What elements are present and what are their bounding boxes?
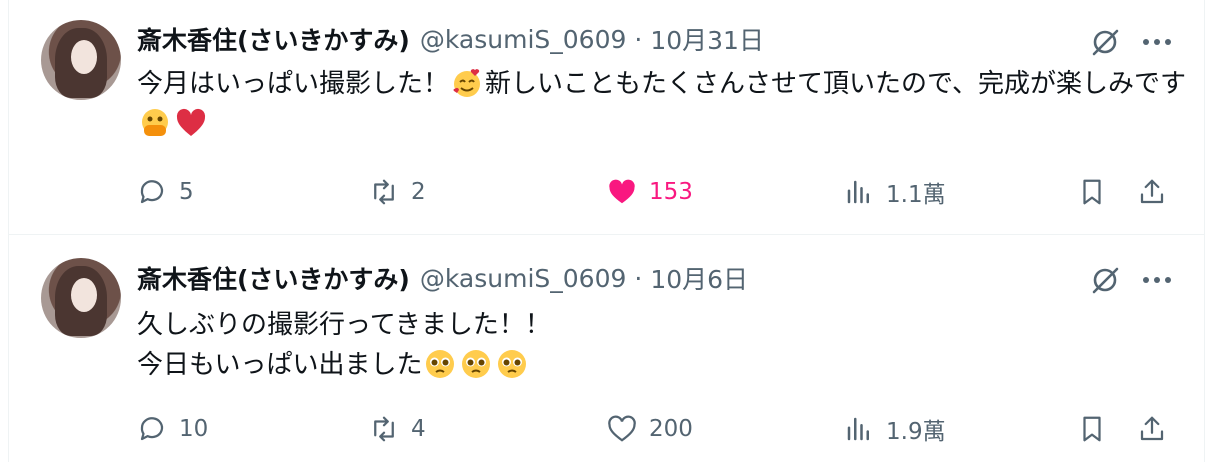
views-icon <box>847 180 869 204</box>
reply-button[interactable]: 10 <box>137 409 208 449</box>
view-count: 1.1萬 <box>886 182 946 208</box>
separator: · <box>634 263 643 293</box>
action-bar: 5 2 153 1.1萬 <box>9 172 1204 212</box>
tweet[interactable]: 斎木香住(さいきかすみ) @kasumiS_0609 · 10月6日 久しぶりの… <box>9 235 1204 462</box>
repost-button[interactable]: 2 <box>369 172 426 212</box>
repost-icon <box>374 416 394 442</box>
author-handle[interactable]: @kasumiS_0609 <box>420 25 627 54</box>
views-icon <box>847 417 869 441</box>
like-count: 200 <box>649 416 693 442</box>
like-count: 153 <box>649 179 693 205</box>
author-handle[interactable]: @kasumiS_0609 <box>420 264 627 293</box>
pleading-face-icon <box>496 348 528 380</box>
avatar[interactable] <box>41 20 121 100</box>
tweet-text-segment: 新しいこともたくさんさせて頂いたので、完成が楽しみです <box>485 69 1186 99</box>
grok-icon[interactable] <box>1087 262 1123 298</box>
share-icon <box>1140 416 1164 441</box>
timeline: 斎木香住(さいきかすみ) @kasumiS_0609 · 10月31日 今月はい… <box>0 0 1214 462</box>
tweet[interactable]: 斎木香住(さいきかすみ) @kasumiS_0609 · 10月31日 今月はい… <box>9 0 1204 235</box>
tweet-header: 斎木香住(さいきかすみ) @kasumiS_0609 · 10月6日 <box>137 260 748 296</box>
tweet-text-line: 今日もいっぱい出ました <box>137 350 423 380</box>
action-bar: 10 4 200 1.9萬 <box>9 409 1204 449</box>
repost-button[interactable]: 4 <box>369 409 426 449</box>
author-name[interactable]: 斎木香住(さいきかすみ) <box>137 260 410 296</box>
tweet-text-line: 久しぶりの撮影行ってきました！！ <box>137 310 551 340</box>
red-heart-icon <box>175 107 207 139</box>
divider <box>1204 0 1205 462</box>
share-button[interactable] <box>1137 409 1167 449</box>
views-button[interactable]: 1.1萬 <box>844 172 946 212</box>
repost-count: 4 <box>411 416 426 442</box>
author-name[interactable]: 斎木香住(さいきかすみ) <box>137 21 410 57</box>
share-button[interactable] <box>1137 172 1167 212</box>
separator: · <box>634 24 643 54</box>
reply-icon <box>140 180 164 204</box>
reply-icon <box>140 417 164 441</box>
avatar[interactable] <box>41 258 121 338</box>
tweet-header: 斎木香住(さいきかすみ) @kasumiS_0609 · 10月31日 <box>137 21 764 57</box>
tweet-text-segment: 今月はいっぱい撮影した！ <box>137 69 450 99</box>
tweet-date[interactable]: 10月31日 <box>650 21 764 57</box>
like-button[interactable]: 153 <box>607 172 693 212</box>
smiling-face-with-hearts-icon <box>451 67 483 99</box>
tweet-text: 久しぶりの撮影行ってきました！！ 今日もいっぱい出ました <box>137 305 1187 385</box>
bookmark-button[interactable] <box>1077 409 1107 449</box>
repost-icon <box>374 179 394 205</box>
bookmark-icon <box>1083 179 1101 205</box>
repost-count: 2 <box>411 179 426 205</box>
share-icon <box>1140 179 1164 204</box>
reply-button[interactable]: 5 <box>137 172 194 212</box>
face-with-open-eyes-and-hand-over-mouth-icon <box>139 107 171 139</box>
more-icon[interactable] <box>1140 262 1174 298</box>
views-button[interactable]: 1.9萬 <box>844 409 946 449</box>
like-icon <box>609 179 635 204</box>
pleading-face-icon <box>460 348 492 380</box>
view-count: 1.9萬 <box>886 419 946 445</box>
tweet-text: 今月はいっぱい撮影した！ 新しいこともたくさんさせて頂いたので、完成が楽しみです <box>137 64 1187 144</box>
tweet-text-line-container: 今日もいっぱい出ました <box>137 345 1187 385</box>
bookmark-icon <box>1083 416 1101 442</box>
more-icon[interactable] <box>1140 24 1174 60</box>
bookmark-button[interactable] <box>1077 172 1107 212</box>
reply-count: 5 <box>179 179 194 205</box>
grok-icon[interactable] <box>1087 24 1123 60</box>
like-icon <box>608 415 636 442</box>
reply-count: 10 <box>179 416 209 442</box>
like-button[interactable]: 200 <box>607 409 693 449</box>
tweet-date[interactable]: 10月6日 <box>650 260 748 296</box>
pleading-face-icon <box>424 348 456 380</box>
